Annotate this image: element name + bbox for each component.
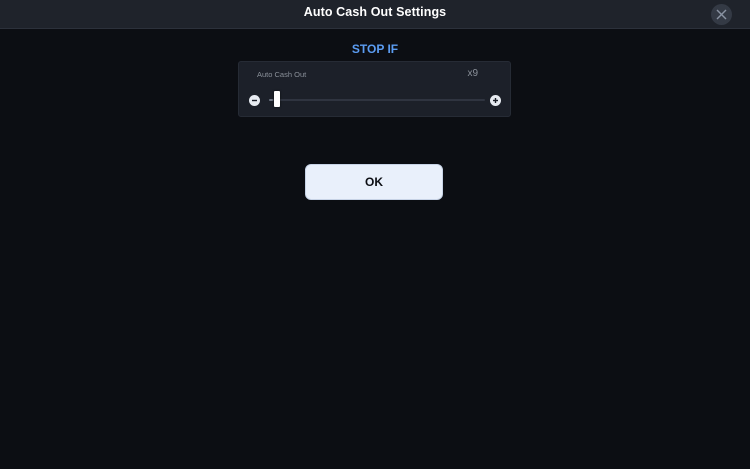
plus-icon [493, 98, 498, 103]
section-heading: STOP IF [351, 42, 399, 56]
minus-icon [252, 99, 257, 102]
dialog-header: Auto Cash Out Settings [0, 0, 750, 29]
slider-thumb[interactable] [274, 91, 281, 107]
close-button[interactable] [711, 4, 732, 25]
close-icon [716, 9, 727, 20]
ok-button[interactable]: OK [305, 164, 443, 200]
slider-fill [269, 99, 274, 101]
dialog-title: Auto Cash Out Settings [303, 5, 447, 19]
auto-cash-out-slider[interactable] [269, 99, 485, 101]
auto-cash-out-card: Auto Cash Out x9 [238, 61, 511, 117]
decrease-button[interactable] [249, 95, 260, 106]
increase-button[interactable] [490, 95, 501, 106]
auto-cash-out-label: Auto Cash Out [257, 70, 307, 79]
auto-cash-out-settings-dialog: Auto Cash Out Settings STOP IF Auto Cash… [0, 0, 750, 469]
auto-cash-out-value: x9 [467, 68, 478, 79]
